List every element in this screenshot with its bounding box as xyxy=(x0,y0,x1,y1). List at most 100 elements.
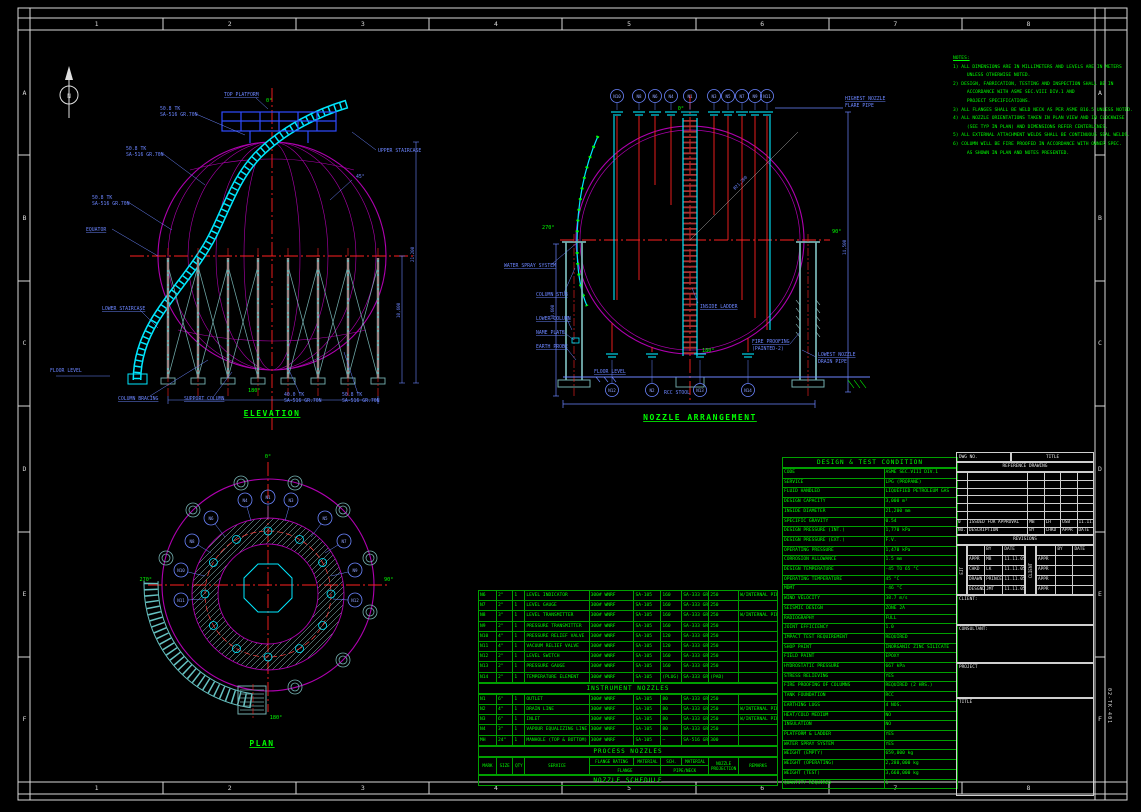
cad-drawing-sheet[interactable]: N xyxy=(0,0,1141,812)
cell: 1 xyxy=(513,705,525,715)
cell: SA-333 GR.6 xyxy=(682,601,709,611)
cell xyxy=(1073,565,1094,575)
cell: VACUUM RELIEF VALVE xyxy=(525,642,589,652)
plate-label-r1b: SA-516 GR.70N xyxy=(284,398,322,404)
list-item: F xyxy=(1095,657,1105,782)
cell: LEVEL SWITCH xyxy=(525,652,589,662)
elevation-dim-2: 21,200 xyxy=(410,246,415,262)
cell: 250 xyxy=(709,652,739,662)
lowest-nozzle-label-2: DRAIN PIPE xyxy=(818,359,847,365)
cell: SA-105 xyxy=(634,621,661,631)
nozzle-mark: N3 xyxy=(711,94,717,99)
cell xyxy=(1073,556,1094,566)
cell: LIQUEFIED PETROLEUM GAS xyxy=(884,488,958,498)
cell xyxy=(1028,504,1044,512)
list-item: 2 xyxy=(163,783,296,794)
nozzle-mark: N11 xyxy=(763,94,771,99)
approval-table: BYDATEAPPRMB11.11.05CHKDLK11.11.05DRAWNP… xyxy=(967,545,1025,595)
arr-angle-180: 180° xyxy=(702,348,715,354)
table-row xyxy=(957,480,1094,488)
cell: N11 xyxy=(479,642,497,652)
list-item: 1) ALL DIMENSIONS ARE IN MILLIMETERS AND… xyxy=(953,64,1095,73)
table-row: CORROSION ALLOWANCE1.5 mm xyxy=(783,556,958,566)
cell: N1 xyxy=(479,694,497,704)
cell: PLATFORM & LADDER xyxy=(783,730,885,740)
table-row: DESIGN PRESSURE (INT.)1,770 kPa xyxy=(783,527,958,537)
cell: RADIOGRAPHY xyxy=(783,614,885,624)
hdr-mark: MARK xyxy=(479,757,497,774)
plan-mark: N1 xyxy=(265,495,271,500)
cell: 1,470 kPa xyxy=(884,546,958,556)
table-row: APPR xyxy=(1037,585,1094,595)
cell: 2" xyxy=(496,621,512,631)
list-item: NOTES: xyxy=(953,55,1095,64)
table-row: N43"1VAPOUR EQUALIZING LINE300# WNRFSA-1… xyxy=(479,725,778,735)
cell: CHKD xyxy=(1044,527,1060,535)
nozzle-mark: N8 xyxy=(636,94,642,99)
cell: 1 xyxy=(884,779,958,789)
cell: SA-333 GR.6 xyxy=(682,705,709,715)
list-item: 5) ALL EXTERNAL ATTACHMENT WELDS SHALL B… xyxy=(953,132,1095,141)
table-row: WEIGHT (EMPTY)659,000 kg xyxy=(783,750,958,760)
reference-drawing-label: REFERENCE DRAWING xyxy=(956,462,1094,472)
cell xyxy=(1077,496,1093,504)
cell: WEIGHT (TEST) xyxy=(783,769,885,779)
cell: WATER SPRAY SYSTEM xyxy=(783,740,885,750)
cell: 80 xyxy=(661,725,682,735)
cell: 1 xyxy=(513,621,525,631)
cell: 3" xyxy=(496,611,512,621)
cell: NO. xyxy=(957,527,968,535)
cell: -46 °C xyxy=(884,585,958,595)
cell: 2" xyxy=(496,652,512,662)
cell: SA-105 xyxy=(634,611,661,621)
cell: 11.11.05 xyxy=(1077,519,1093,527)
cell: N12 xyxy=(479,652,497,662)
cell: SA-333 GR.6 xyxy=(682,611,709,621)
cell: (PAD) xyxy=(709,672,739,682)
cell: 250 xyxy=(709,621,739,631)
table-row xyxy=(957,511,1094,519)
cell xyxy=(967,496,1027,504)
plan-mark: N4 xyxy=(242,498,248,503)
cell: SA-333 GR.6 xyxy=(682,715,709,725)
cell: MB xyxy=(1028,519,1044,527)
cell: — xyxy=(661,735,682,745)
hdr-sch: SCH. xyxy=(661,757,682,766)
cell: SA-105 xyxy=(634,705,661,715)
cell: SA-333 GR.6 xyxy=(682,652,709,662)
left-dim: 10,600 xyxy=(550,304,555,320)
cell: N14 xyxy=(479,672,497,682)
table-row: APPRMB11.11.05 xyxy=(968,556,1025,566)
cell: 0.54 xyxy=(884,517,958,527)
plan-mark: N9 xyxy=(352,568,358,573)
plan-mark: N10 xyxy=(177,568,185,573)
revision-table: 0ISSUED FOR APPROVALMBLHUSB11.11.05NO.DE… xyxy=(956,472,1094,535)
column-bracing-label: COLUMN BRACING xyxy=(118,396,159,402)
table-row: FIELD PAINTEPOXY xyxy=(783,653,958,663)
cell xyxy=(957,480,968,488)
cell: N9 xyxy=(479,621,497,631)
cell xyxy=(1077,504,1093,512)
table-row: N62"1LEVEL INDICATOR300# WNRFSA-105160SA… xyxy=(479,591,778,601)
table-row: DESIGN PRESSURE (EXT.)F.V. xyxy=(783,536,958,546)
cell: 250 xyxy=(709,725,739,735)
grade-hatch xyxy=(848,380,866,388)
cell: JMT xyxy=(985,585,1003,595)
plan-angle-270: 270° xyxy=(140,577,153,583)
table-row: N122"1LEVEL SWITCH300# WNRFSA-105160SA-3… xyxy=(479,652,778,662)
cell: 300# WNRF xyxy=(589,631,634,641)
list-item: 4 xyxy=(429,19,562,30)
table-row: FIRE PROOFING OF COLUMNSREQUIRED (2 HRS.… xyxy=(783,682,958,692)
title-label: TITLE xyxy=(1011,452,1094,462)
table-row xyxy=(957,504,1094,512)
plate-label-1a: 50.8 TK xyxy=(160,106,180,112)
cell: 1 xyxy=(513,725,525,735)
table-row: WEIGHT (OPERATING)2,280,000 kg xyxy=(783,760,958,770)
cell: F.V. xyxy=(884,536,958,546)
cell: APPR xyxy=(1037,575,1056,585)
cell: N8 xyxy=(479,611,497,621)
cell: 80 xyxy=(661,705,682,715)
cell: 1 xyxy=(513,694,525,704)
cell: ASME SEC.VIII DIV.1 xyxy=(884,469,958,479)
plan-mark: N5 xyxy=(322,516,328,521)
